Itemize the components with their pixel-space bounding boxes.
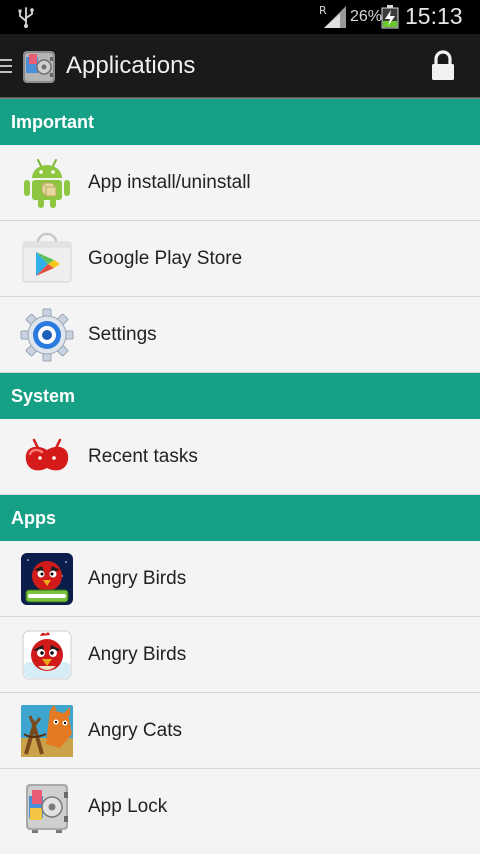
list-item-label: Angry Birds — [88, 644, 187, 665]
list-item-google-play-store[interactable]: Google Play Store — [0, 221, 480, 297]
signal-strength-icon: R — [319, 4, 346, 28]
list-item-recent-tasks[interactable]: Recent tasks — [0, 419, 480, 495]
list-item-angry-cats[interactable]: Angry Cats — [0, 693, 480, 769]
action-bar: Applications — [0, 34, 480, 97]
page-title: Applications — [66, 52, 196, 79]
status-bar: R 26% 15:13 — [0, 0, 480, 34]
list-item-label: Settings — [88, 324, 157, 345]
app-lock-logo-icon[interactable] — [20, 48, 58, 86]
list-item-label: Recent tasks — [88, 446, 198, 467]
lock-icon[interactable] — [426, 49, 460, 83]
list-item-label: Google Play Store — [88, 248, 243, 269]
settings-gear-icon — [20, 308, 74, 362]
usb-icon — [18, 7, 34, 28]
list-item-settings[interactable]: Settings — [0, 297, 480, 373]
battery-charging-icon — [381, 5, 399, 29]
section-header-apps: Apps — [0, 495, 480, 541]
angry-cats-icon — [21, 705, 73, 757]
list-item-app-install-uninstall[interactable]: App install/uninstall — [0, 145, 480, 221]
angry-birds-icon — [22, 630, 72, 680]
app-lock-safe-icon — [26, 784, 68, 833]
section-header-important: Important — [0, 99, 480, 145]
jelly-bean-icon — [25, 438, 69, 471]
list-item-label: App install/uninstall — [88, 172, 251, 193]
drawer-menu-icon[interactable] — [0, 58, 14, 74]
list-item-angry-birds-space[interactable]: Angry Birds — [0, 541, 480, 617]
clock: 15:13 — [405, 3, 463, 29]
battery-percent: 26% — [350, 8, 383, 25]
list-item-label: Angry Cats — [88, 720, 182, 741]
angry-birds-space-icon — [21, 553, 73, 605]
roaming-indicator: R — [319, 4, 327, 17]
play-store-icon — [22, 232, 72, 283]
list-item-label: Angry Birds — [88, 568, 187, 589]
list-item-angry-birds[interactable]: Angry Birds — [0, 617, 480, 693]
list-item-app-lock[interactable]: App Lock — [0, 769, 480, 844]
application-list: Important App install/uninstall Google P… — [0, 99, 480, 844]
android-icon — [24, 159, 70, 208]
list-item-label: App Lock — [88, 796, 168, 817]
section-header-system: System — [0, 373, 480, 419]
